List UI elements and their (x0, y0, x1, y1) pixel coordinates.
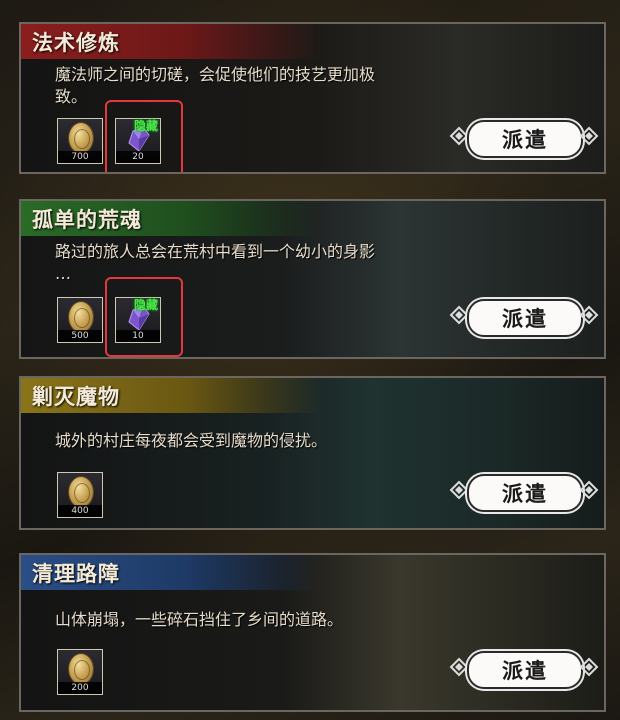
description-line: 山体崩塌，一些碎石挡住了乡间的道路。 (55, 610, 344, 629)
mission-card: 法术修炼 魔法师之间的切磋，会促使他们的技艺更加极 致。 700 隐藏 20 派… (19, 22, 606, 174)
reward-count: 400 (58, 505, 102, 517)
ornament-left-icon (449, 657, 469, 677)
dispatch-button[interactable]: 派遣 (449, 472, 599, 512)
ornament-right-icon (579, 657, 599, 677)
description-line: 魔法师之间的切磋，会促使他们的技艺更加极 (55, 65, 376, 84)
gold-coin-icon (69, 477, 93, 507)
mission-card: 孤单的荒魂 路过的旅人总会在荒村中看到一个幼小的身影 … 500 隐藏 10 派… (19, 199, 606, 359)
gold-coin-icon (69, 654, 93, 684)
highlight-box (105, 100, 183, 172)
ornament-right-icon (579, 480, 599, 500)
mission-card: 剿灭魔物 城外的村庄每夜都会受到魔物的侵扰。 400 派遣 (19, 376, 606, 530)
mission-card: 清理路障 山体崩塌，一些碎石挡住了乡间的道路。 200 派遣 (19, 553, 606, 712)
ornament-right-icon (579, 305, 599, 325)
mission-description: 城外的村庄每夜都会受到魔物的侵扰。 (55, 430, 465, 452)
gold-coin-icon (69, 123, 93, 153)
dispatch-label: 派遣 (467, 299, 583, 337)
reward-count: 700 (58, 151, 102, 163)
reward-item-gold[interactable]: 500 (57, 297, 103, 343)
dispatch-label: 派遣 (467, 651, 583, 689)
mission-description: 山体崩塌，一些碎石挡住了乡间的道路。 (55, 609, 465, 631)
mission-title-bar: 清理路障 (21, 555, 321, 590)
dispatch-button[interactable]: 派遣 (449, 649, 599, 689)
ornament-left-icon (449, 480, 469, 500)
reward-count: 200 (58, 682, 102, 694)
mission-title-bar: 孤单的荒魂 (21, 201, 321, 236)
reward-item-gold[interactable]: 400 (57, 472, 103, 518)
mission-title-bar: 法术修炼 (21, 24, 321, 59)
mission-title: 孤单的荒魂 (32, 206, 142, 232)
reward-count: 500 (58, 330, 102, 342)
dispatch-button[interactable]: 派遣 (449, 118, 599, 158)
ornament-left-icon (449, 126, 469, 146)
description-line: 路过的旅人总会在荒村中看到一个幼小的身影 (55, 242, 376, 261)
mission-title: 法术修炼 (32, 29, 120, 55)
dispatch-label: 派遣 (467, 120, 583, 158)
dispatch-label: 派遣 (467, 474, 583, 512)
ornament-left-icon (449, 305, 469, 325)
description-line: 城外的村庄每夜都会受到魔物的侵扰。 (55, 431, 328, 450)
gold-coin-icon (69, 302, 93, 332)
ornament-right-icon (579, 126, 599, 146)
reward-item-gold[interactable]: 700 (57, 118, 103, 164)
mission-title: 剿灭魔物 (32, 383, 120, 409)
mission-title: 清理路障 (32, 560, 120, 586)
dispatch-button[interactable]: 派遣 (449, 297, 599, 337)
reward-item-gold[interactable]: 200 (57, 649, 103, 695)
highlight-box (105, 277, 183, 357)
mission-title-bar: 剿灭魔物 (21, 378, 321, 413)
